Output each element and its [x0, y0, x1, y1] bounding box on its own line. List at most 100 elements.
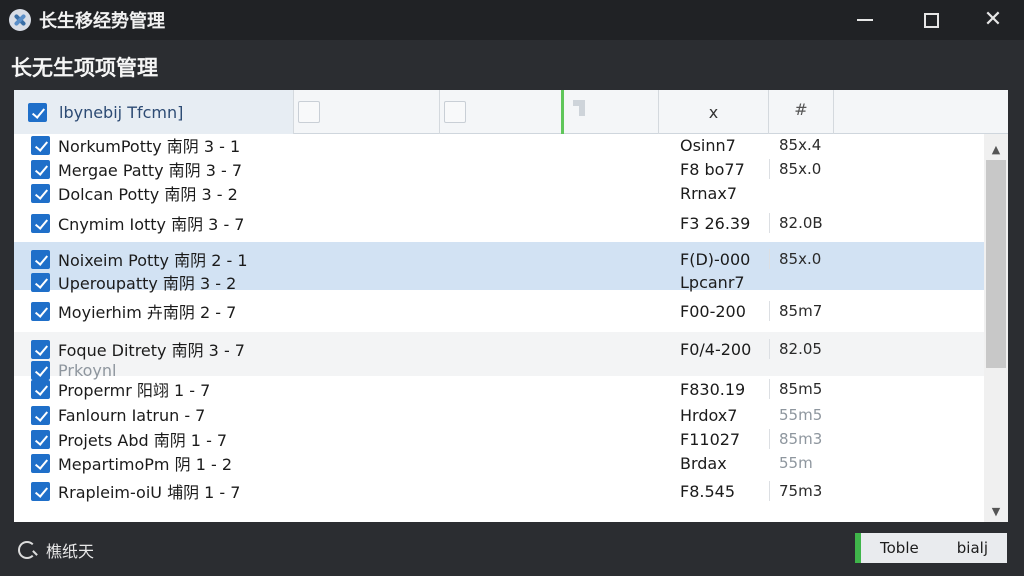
table-row[interactable]: Noixeim Potty 南阴 2 - 1 F(D)-000 85x.0: [14, 248, 984, 270]
sort-icon[interactable]: [571, 98, 591, 118]
row-size: 85m5: [779, 380, 823, 398]
row-size: 85m3: [779, 430, 823, 448]
row-name: Mergae Patty 南阴 3 - 7: [58, 161, 243, 180]
table-row[interactable]: Cnymim Iotty 南阴 3 - 7 F3 26.39 82.0B: [14, 212, 984, 234]
header-column-2[interactable]: [294, 90, 440, 134]
row-checkbox[interactable]: [31, 213, 50, 233]
column-divider: [769, 249, 770, 269]
row-checkbox[interactable]: [31, 481, 50, 501]
row-checkbox[interactable]: [31, 301, 50, 321]
row-name: Cnymim Iotty 南阴 3 - 7: [58, 215, 245, 234]
select-all-checkbox[interactable]: [28, 102, 47, 122]
table-row[interactable]: Propermr 阳翊 1 - 7 F830.19 85m5: [14, 378, 984, 400]
vertical-scrollbar[interactable]: ▲ ▼: [984, 134, 1008, 522]
title-bar: 长生移经势管理 ✕: [0, 0, 1024, 40]
scroll-down-icon[interactable]: ▼: [984, 500, 1008, 522]
row-name: Rrapleim-oiU 埔阴 1 - 7: [58, 483, 241, 502]
row-size: 82.05: [779, 340, 822, 358]
header-name-column[interactable]: lbynebij Tfcmn]: [14, 90, 294, 134]
row-size: 85m7: [779, 302, 823, 320]
header-column-2-checkbox[interactable]: [298, 101, 320, 123]
row-code: F3 26.39: [680, 213, 751, 233]
maximize-icon: [923, 12, 939, 28]
header-x-column[interactable]: x: [659, 90, 769, 134]
row-code: F(D)-000: [680, 249, 751, 269]
refresh-icon[interactable]: [18, 541, 36, 559]
scrollbar-thumb[interactable]: [986, 160, 1006, 368]
row-size: 55m5: [779, 406, 823, 424]
column-divider: [769, 379, 770, 399]
column-divider: [769, 159, 770, 179]
section-heading: 长无生项项管理: [11, 56, 158, 80]
row-checkbox[interactable]: [31, 135, 50, 155]
header-hash-column[interactable]: #: [769, 90, 834, 134]
row-checkbox[interactable]: [31, 379, 50, 399]
row-code: F0/4-200: [680, 339, 752, 359]
row-code: F8 bo77: [680, 159, 745, 179]
table-row[interactable]: Fanlourn Iatrun - 7 Hrdox7 55m5: [14, 404, 984, 426]
column-divider: [769, 429, 770, 449]
row-checkbox[interactable]: [31, 272, 50, 292]
row-size: 75m3: [779, 482, 823, 500]
row-name: Noixeim Potty 南阴 2 - 1: [58, 251, 248, 270]
minimize-button[interactable]: [842, 0, 888, 40]
row-code: F8.545: [680, 481, 736, 501]
footer-status-text: 樵纸天: [46, 542, 95, 561]
row-code: Rrnax7: [680, 183, 738, 203]
table-row[interactable]: Foque Ditrety 南阴 3 - 7 F0/4-200 82.05: [14, 338, 984, 360]
minimize-icon: [857, 19, 873, 21]
row-checkbox[interactable]: [31, 360, 50, 380]
footer-button-left-label: Toble: [880, 539, 919, 557]
table-row[interactable]: Projets Abd 南阴 1 - 7 F11027 85m3: [14, 428, 984, 450]
row-name: Propermr 阳翊 1 - 7: [58, 381, 211, 400]
row-size: 55m: [779, 454, 813, 472]
row-checkbox[interactable]: [31, 183, 50, 203]
row-checkbox[interactable]: [31, 339, 50, 359]
footer-action-button[interactable]: Toble bialj: [855, 533, 1007, 563]
row-name: Fanlourn Iatrun - 7: [58, 405, 206, 425]
column-divider: [769, 339, 770, 359]
row-checkbox[interactable]: [31, 405, 50, 425]
row-code: Lpcanr7: [680, 272, 745, 292]
header-column-3[interactable]: [440, 90, 564, 134]
column-divider: [769, 301, 770, 321]
row-name: Projets Abd 南阴 1 - 7: [58, 431, 228, 450]
app-icon: [9, 9, 31, 31]
row-size: 85x.0: [779, 250, 822, 268]
table-row[interactable]: Dolcan Potty 南阴 3 - 2 Rrnax7: [14, 182, 984, 204]
window-title: 长生移经势管理: [39, 11, 165, 32]
row-name: Foque Ditrety 南阴 3 - 7: [58, 341, 245, 360]
scroll-up-icon[interactable]: ▲: [984, 138, 1008, 160]
table-row[interactable]: Mergae Patty 南阴 3 - 7 F8 bo77 85x.0: [14, 158, 984, 180]
table-header: lbynebij Tfcmn] x #: [14, 90, 1008, 134]
column-divider: [769, 213, 770, 233]
row-checkbox[interactable]: [31, 159, 50, 179]
row-checkbox[interactable]: [31, 429, 50, 449]
row-code: F00-200: [680, 301, 746, 321]
maximize-button[interactable]: [908, 0, 954, 40]
table-row[interactable]: MepartimoPm 阴 1 - 2 Brdax 55m: [14, 452, 984, 474]
row-name: Moyierhim 卉南阴 2 - 7: [58, 303, 237, 322]
item-table: lbynebij Tfcmn] x # NorkumPotty 南阴 3 - 1…: [14, 90, 1008, 522]
row-size: 85x.4: [779, 136, 822, 154]
row-size: 85x.0: [779, 160, 822, 178]
row-code: Osinn7: [680, 135, 736, 155]
table-row[interactable]: Rrapleim-oiU 埔阴 1 - 7 F8.545 75m3: [14, 480, 984, 502]
row-name: NorkumPotty 南阴 3 - 1: [58, 137, 241, 156]
footer-button-right-label: bialj: [956, 539, 988, 557]
header-hash-label: #: [794, 99, 808, 119]
table-row[interactable]: Uperoupatty 南阴 3 - 2 Lpcanr7: [14, 271, 984, 293]
table-row[interactable]: NorkumPotty 南阴 3 - 1 Osinn7 85x.4: [14, 134, 984, 156]
row-name: Uperoupatty 南阴 3 - 2: [58, 274, 237, 293]
close-button[interactable]: ✕: [970, 0, 1016, 40]
row-code: F11027: [680, 429, 741, 449]
row-checkbox[interactable]: [31, 453, 50, 473]
header-column-3-checkbox[interactable]: [444, 101, 466, 123]
header-name-label: lbynebij Tfcmn]: [59, 102, 184, 122]
table-body: NorkumPotty 南阴 3 - 1 Osinn7 85x.4 Mergae…: [14, 134, 984, 522]
footer-status[interactable]: 樵纸天: [18, 538, 94, 562]
row-name: Dolcan Potty 南阴 3 - 2: [58, 185, 238, 204]
close-icon: ✕: [983, 7, 1003, 32]
table-row[interactable]: Moyierhim 卉南阴 2 - 7 F00-200 85m7: [14, 300, 984, 322]
row-checkbox[interactable]: [31, 249, 50, 269]
